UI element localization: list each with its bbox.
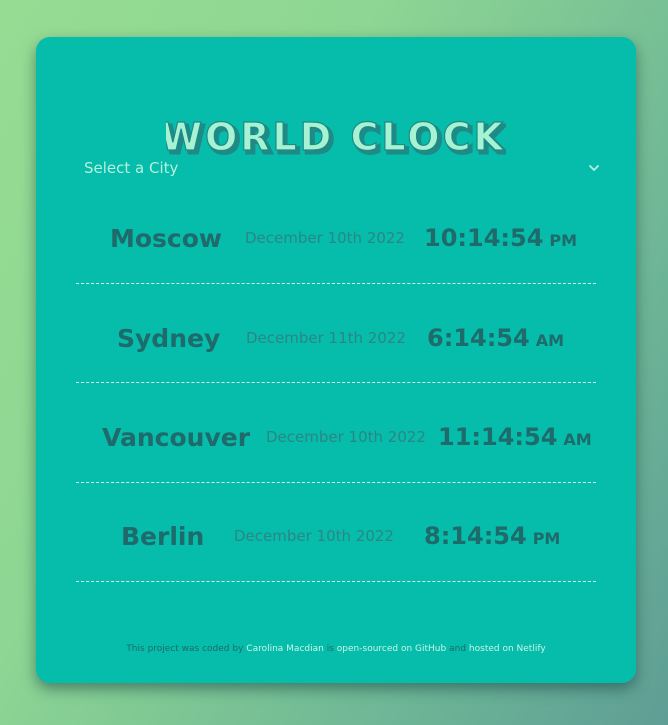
city-select[interactable]: Select a City (84, 154, 600, 182)
github-link[interactable]: open-sourced on GitHub (337, 644, 446, 654)
footer-prefix: This project was coded by (126, 644, 244, 654)
time-ampm: PM (549, 231, 578, 250)
city-time: 8:14:54 PM (424, 522, 560, 550)
city-name: Berlin (121, 522, 205, 551)
city-select-label: Select a City (84, 159, 179, 177)
city-date: December 11th 2022 (246, 329, 406, 347)
time-ampm: AM (535, 331, 565, 350)
city-name: Moscow (110, 224, 223, 253)
city-date: December 10th 2022 (245, 229, 405, 247)
city-time: 6:14:54 AM (427, 324, 564, 352)
footer-mid2: and (449, 644, 467, 654)
world-clock-card: WORLD CLOCK WORLD CLOCK Select a City Mo… (36, 37, 636, 683)
city-name: Sydney (117, 324, 221, 353)
city-row-moscow: Moscow December 10th 2022 10:14:54 PM (76, 184, 596, 284)
time-ampm: AM (563, 430, 592, 449)
city-row-vancouver: Vancouver December 10th 2022 11:14:54 AM (76, 383, 596, 483)
city-date: December 10th 2022 (266, 428, 426, 446)
time-value: 8:14:54 (424, 522, 527, 550)
city-name: Vancouver (102, 423, 251, 452)
time-value: 6:14:54 (427, 324, 530, 352)
author-link[interactable]: Carolina Macdian (246, 644, 324, 654)
footer-mid1: is (326, 644, 334, 654)
city-date: December 10th 2022 (234, 527, 394, 545)
netlify-link[interactable]: hosted on Netlify (469, 644, 546, 654)
city-time: 11:14:54 AM (438, 423, 592, 451)
footer: This project was coded by Carolina Macdi… (36, 644, 636, 654)
city-row-berlin: Berlin December 10th 2022 8:14:54 PM (76, 482, 596, 582)
time-ampm: PM (532, 529, 561, 548)
time-value: 11:14:54 (438, 423, 558, 451)
city-time: 10:14:54 PM (424, 224, 577, 252)
time-value: 10:14:54 (424, 224, 544, 252)
title-text: WORLD CLOCK (166, 117, 506, 159)
chevron-down-icon (588, 162, 600, 174)
city-row-sydney: Sydney December 11th 2022 6:14:54 AM (76, 283, 596, 383)
